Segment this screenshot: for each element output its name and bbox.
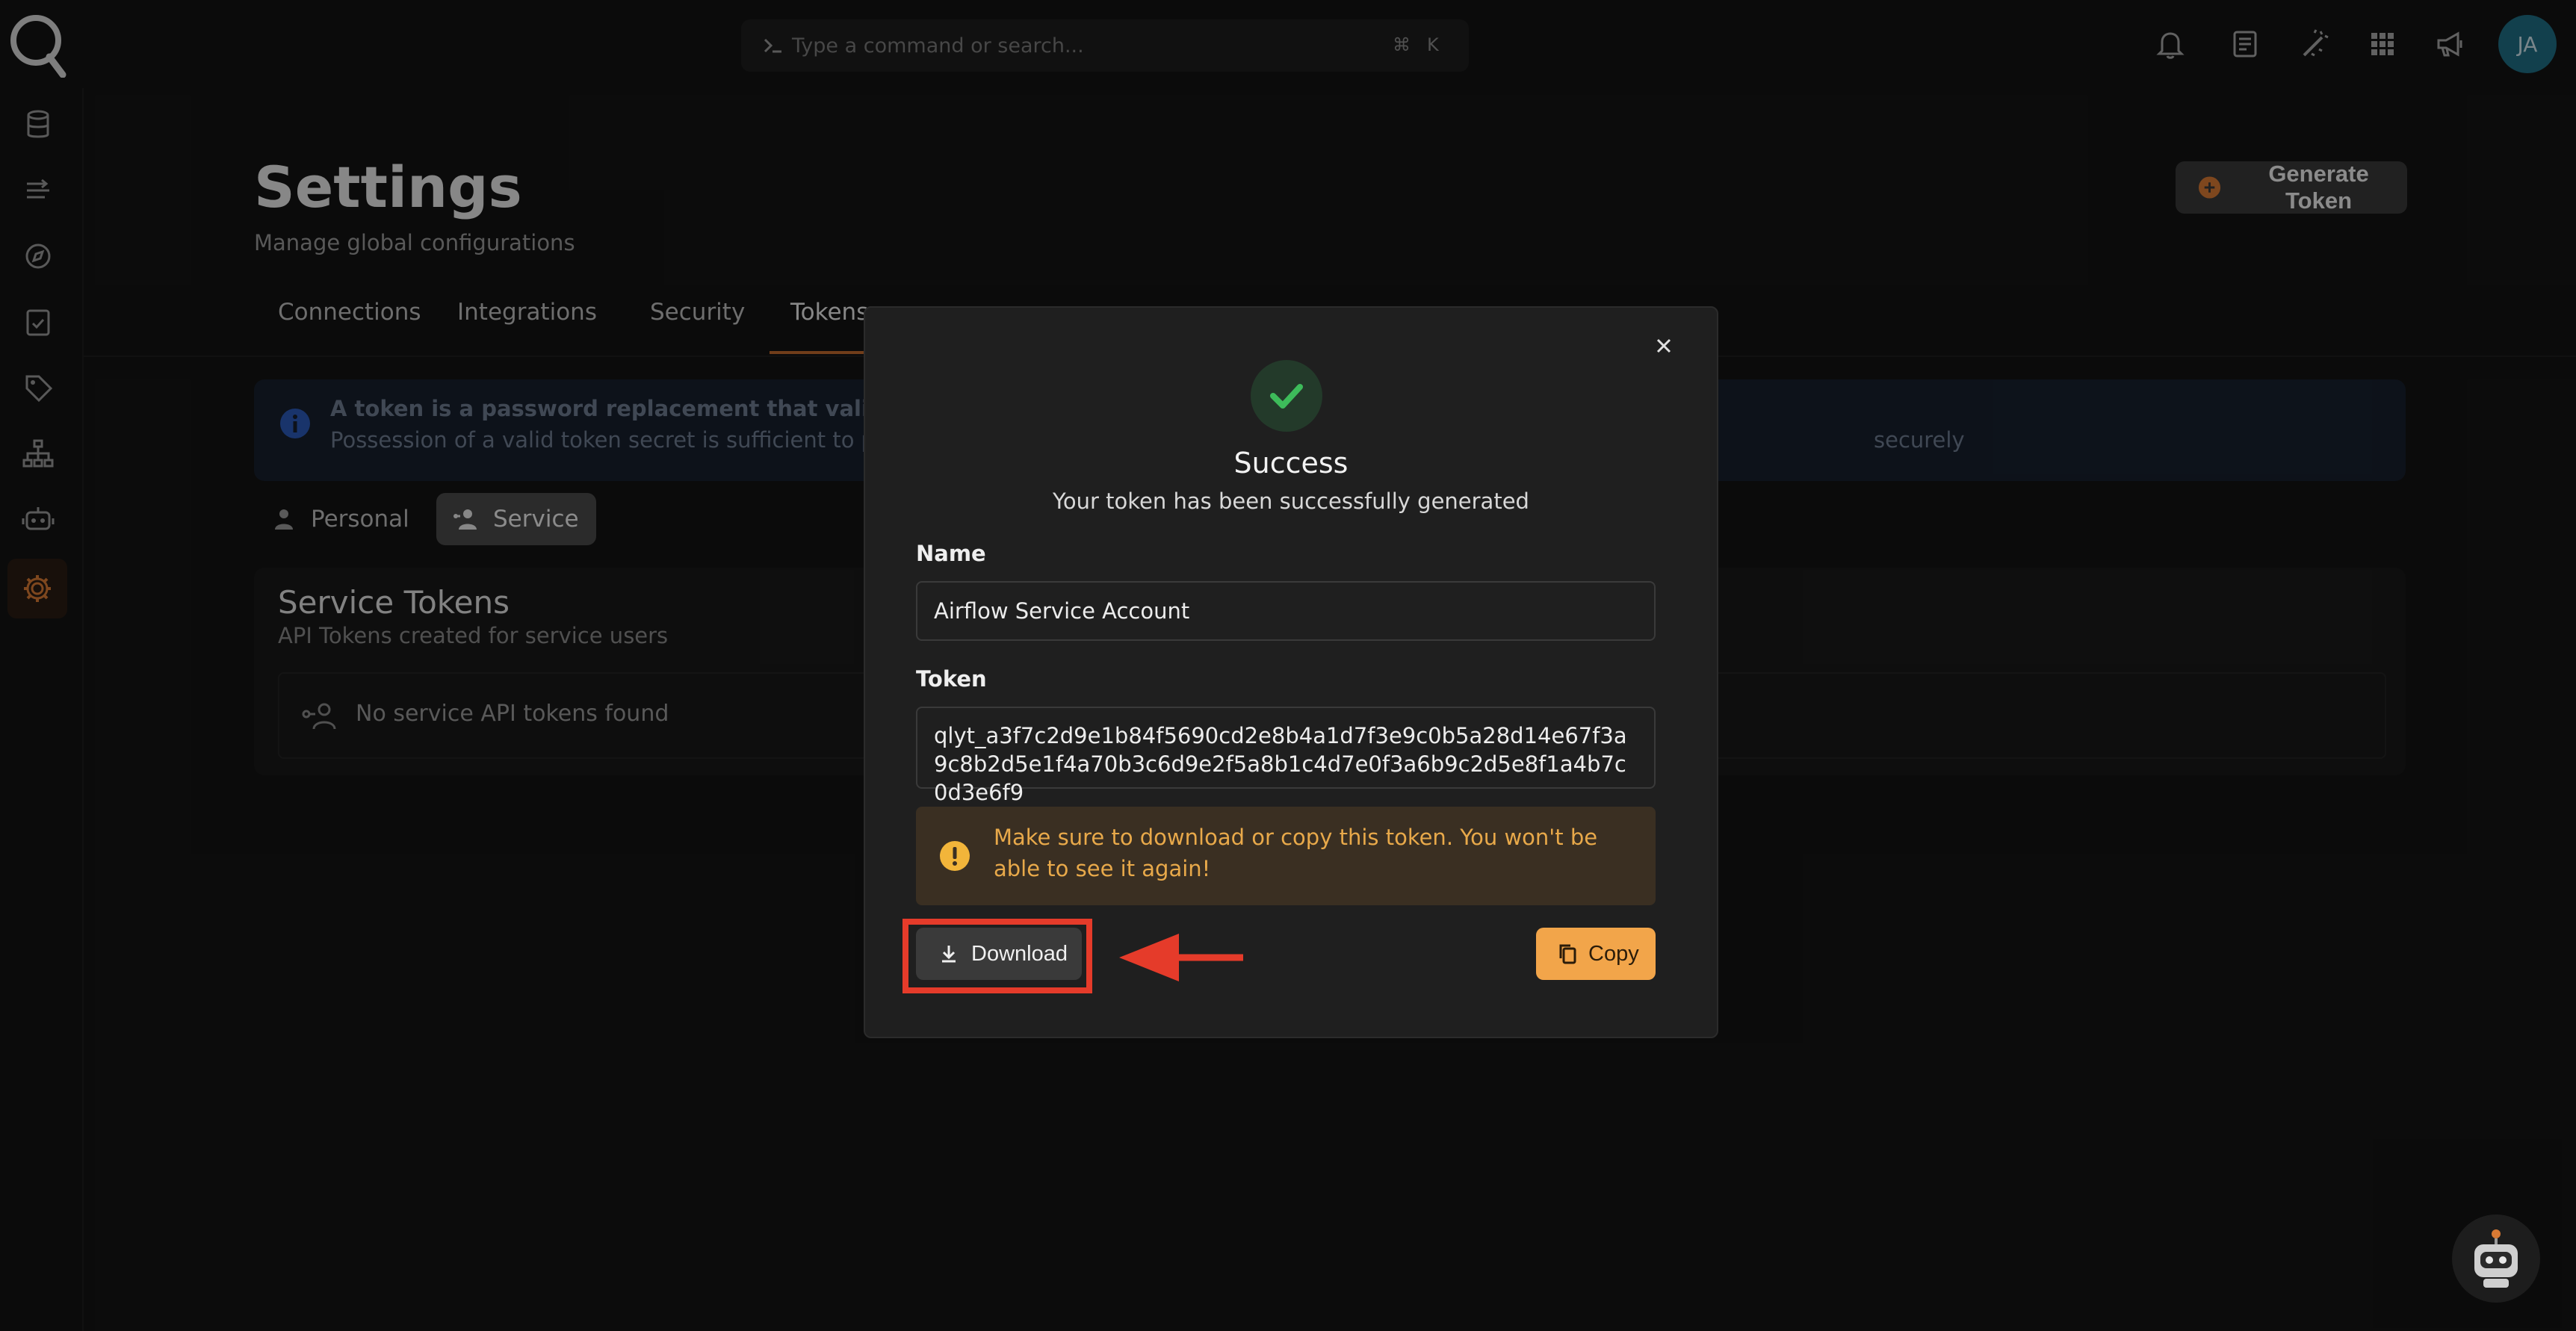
token-label: Token (916, 666, 987, 692)
warning-icon (940, 841, 970, 871)
success-check-icon (1251, 360, 1322, 432)
name-label: Name (916, 541, 986, 566)
warning-banner: Make sure to download or copy this token… (916, 807, 1656, 905)
modal-title: Success (1233, 447, 1349, 480)
pointer-arrow-icon (1119, 934, 1243, 981)
modal-subtitle: Your token has been successfully generat… (1053, 488, 1529, 514)
copy-icon (1559, 944, 1576, 964)
close-icon[interactable] (1648, 330, 1679, 362)
copy-button[interactable]: Copy (1536, 928, 1656, 980)
token-field[interactable]: qlyt_a3f7c2d9e1b84f5690cd2e8b4a1d7f3e9c0… (916, 707, 1656, 805)
warning-text: Make sure to download or copy this token… (994, 825, 1598, 881)
copy-label: Copy (1588, 941, 1639, 966)
download-highlight-box (902, 919, 1092, 993)
chat-assistant-button[interactable] (2452, 1214, 2540, 1303)
name-field[interactable]: Airflow Service Account (916, 581, 1656, 641)
robot-mascot-icon (2474, 1229, 2518, 1288)
